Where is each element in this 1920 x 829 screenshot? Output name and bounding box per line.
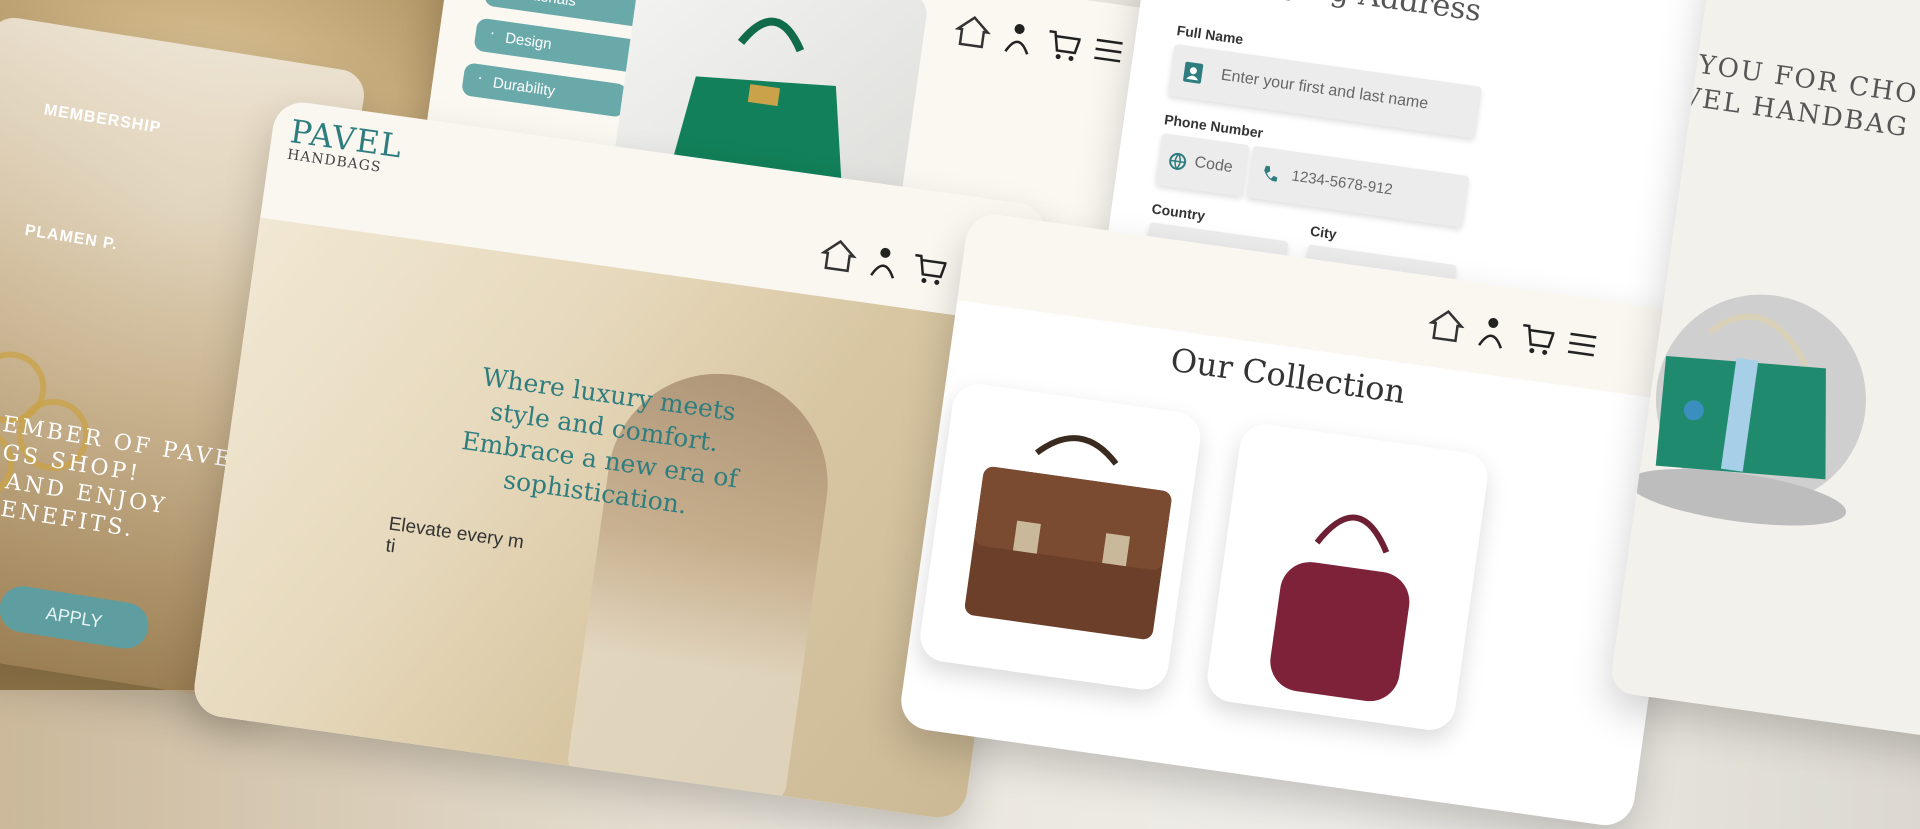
menu-icon[interactable]	[1092, 36, 1125, 66]
cart-icon[interactable]	[910, 249, 948, 287]
country-label: Country	[1150, 200, 1207, 224]
city-label: City	[1309, 222, 1338, 243]
hero-image	[190, 217, 1033, 822]
contact-card-icon	[1183, 61, 1204, 84]
brand-logo: PAVEL HANDBAGS	[286, 112, 405, 178]
user-icon[interactable]	[1476, 313, 1508, 351]
globe-icon	[1169, 152, 1187, 171]
menu-item-durability[interactable]: Durability	[460, 62, 628, 118]
cart-icon[interactable]	[1044, 25, 1082, 63]
home-icon[interactable]	[818, 236, 858, 275]
full-name-placeholder: Enter your first and last name	[1219, 66, 1430, 113]
thank-you-message: K YOU FOR CHO AVEL HANDBAG	[1660, 43, 1920, 146]
phone-icon	[1264, 165, 1278, 182]
membership-label: MEMBERSHIP	[42, 101, 163, 137]
code-placeholder: Code	[1193, 153, 1234, 177]
home-icon[interactable]	[953, 12, 993, 51]
country-code-field[interactable]: Code	[1155, 133, 1250, 197]
apply-button[interactable]: APPLY	[0, 582, 152, 652]
user-icon[interactable]	[1002, 19, 1034, 57]
home-icon[interactable]	[1426, 306, 1466, 345]
top-nav	[953, 12, 1126, 69]
page-title: Shipping Address	[1213, 0, 1484, 29]
product-card-burgundy-bag[interactable]	[1204, 421, 1491, 734]
member-name: PLAMEN P.	[23, 222, 120, 254]
collection-mockup: Our Collection	[897, 211, 1703, 829]
menu-icon[interactable]	[1565, 330, 1598, 360]
user-icon[interactable]	[868, 243, 900, 281]
brown-satchel-image	[964, 435, 1172, 640]
product-card-brown-satchel[interactable]	[917, 380, 1204, 693]
cart-icon[interactable]	[1517, 319, 1556, 357]
burgundy-bag-image	[1270, 514, 1410, 702]
full-name-label: Full Name	[1175, 22, 1245, 48]
phone-placeholder: 1234-5678-912	[1290, 167, 1394, 199]
phone-number-field[interactable]: 1234-5678-912	[1246, 145, 1470, 228]
menu-item-design[interactable]: Design	[473, 17, 641, 74]
